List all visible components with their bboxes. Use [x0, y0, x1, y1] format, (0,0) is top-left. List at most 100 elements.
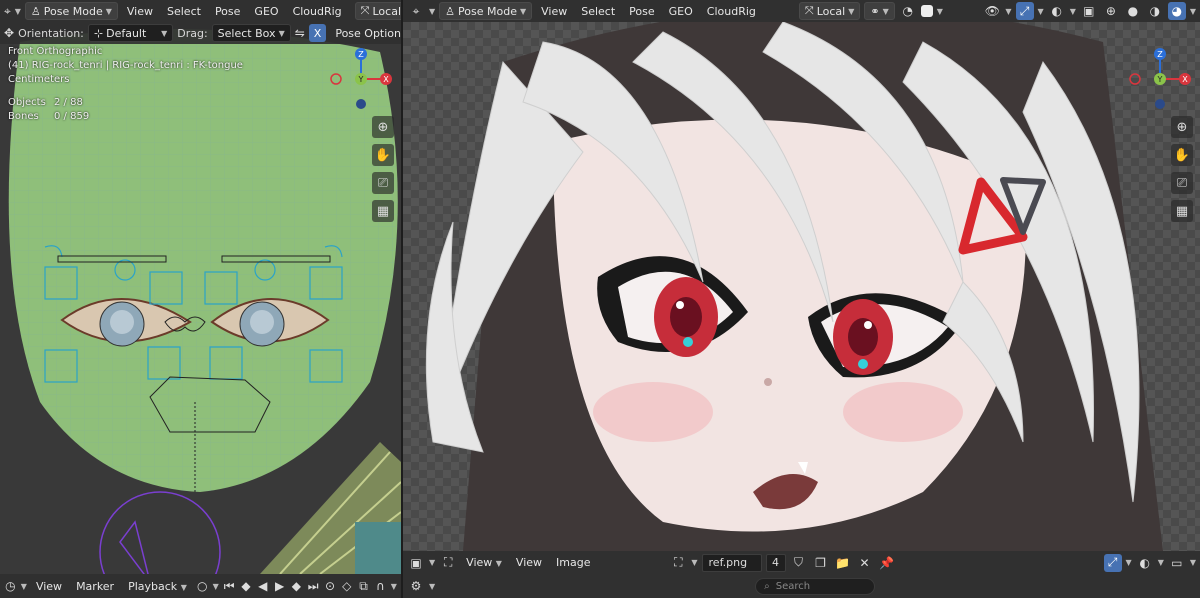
snap-icon[interactable]: ◔ — [899, 2, 917, 20]
pose-options-dropdown[interactable]: Pose Options ▼ — [330, 27, 401, 40]
autokey-icon[interactable]: ⧉ — [357, 577, 370, 595]
prev-keyframe-icon[interactable]: ◆ — [240, 577, 253, 595]
orientation-dropdown[interactable]: ⊹ Default ▼ — [87, 24, 174, 42]
fake-user-shield-icon[interactable]: ⛉ — [790, 554, 808, 572]
pan-hand-icon[interactable]: ✋ — [372, 144, 394, 166]
pivot-dropdown[interactable]: ⚭ ▼ — [864, 2, 895, 20]
image-name-field[interactable]: ref.png — [701, 553, 762, 572]
menu-geo[interactable]: GEO — [664, 5, 698, 18]
mirror-icon[interactable]: ⇋ — [295, 24, 305, 42]
zoom-icon[interactable]: ⊕ — [372, 116, 394, 138]
browse-image-icon[interactable]: ⛶ — [669, 554, 687, 572]
pan-hand-icon[interactable]: ✋ — [1171, 144, 1193, 166]
left-3d-viewport[interactable]: ⌖ ▼ ♙ Pose Mode ▼ View Select Pose GEO Clou… — [0, 0, 401, 574]
left-viewport-canvas[interactable]: Front Orthographic (41) RIG-rock_tenri |… — [0, 22, 401, 574]
menu-geo[interactable]: GEO — [249, 5, 283, 18]
menu-view[interactable]: View — [536, 5, 572, 18]
clock-icon[interactable]: ◷ — [4, 577, 17, 595]
keyframe-icon[interactable]: ◇ — [340, 577, 353, 595]
search-field[interactable]: ⌕ Search — [755, 577, 876, 595]
zoom-icon[interactable]: ⊕ — [1171, 116, 1193, 138]
pin-icon[interactable]: 📌 — [878, 554, 896, 572]
menu-view[interactable]: View — [122, 5, 158, 18]
editor-type-icon[interactable]: ▣ — [407, 554, 425, 572]
gizmo-toggle-icon[interactable]: ⤢ — [1015, 2, 1034, 20]
orientation-label: Orientation: — [18, 26, 84, 40]
right-3d-viewport[interactable]: ⌖ ▼ ♙ Pose Mode ▼ View Select Pose GEO Clou… — [403, 0, 1200, 551]
chevron-down-icon: ▼ — [519, 6, 527, 16]
transform-space-dropdown[interactable]: ⤧Local▼ — [798, 2, 861, 20]
menu-marker[interactable]: Marker — [71, 580, 119, 593]
gizmo-neg-z[interactable] — [356, 99, 366, 109]
wireframe-shading-icon[interactable]: ⊕ — [1102, 2, 1120, 20]
menu-image[interactable]: Image — [551, 556, 595, 569]
menu-playback[interactable]: Playback ▼ — [123, 580, 192, 593]
camera-icon[interactable]: ⎚ — [372, 172, 394, 194]
editor-type-icon[interactable]: ⌖ — [407, 2, 425, 20]
mode-dropdown[interactable]: ♙ Pose Mode ▼ — [24, 2, 118, 20]
rendered-shading-icon[interactable]: ◕ — [1167, 2, 1186, 20]
visibility-icon[interactable]: 👁 — [983, 2, 1001, 20]
material-shading-icon[interactable]: ◑ — [1146, 2, 1164, 20]
drag-dropdown[interactable]: Select Box ▼ — [211, 24, 291, 42]
open-folder-icon[interactable]: 📁 — [834, 554, 852, 572]
gizmo-x-label: X — [1182, 75, 1188, 84]
solid-shading-icon[interactable]: ● — [1124, 2, 1142, 20]
play-reverse-icon[interactable]: ◀ — [256, 577, 269, 595]
image-users-count[interactable]: 4 — [765, 553, 786, 572]
navigation-gizmo[interactable]: Z X Y — [326, 44, 396, 114]
menu-pose[interactable]: Pose — [624, 5, 659, 18]
chevron-down-icon: ▼ — [429, 558, 436, 567]
jump-start-icon[interactable]: ⏮ — [223, 577, 236, 595]
gizmo-neg-x[interactable] — [330, 73, 342, 85]
menu-cloudrig[interactable]: CloudRig — [702, 5, 761, 18]
mirror-x-toggle[interactable]: X — [308, 24, 327, 42]
menu-cloudrig[interactable]: CloudRig — [288, 5, 347, 18]
move-tool-icon[interactable]: ✥ — [4, 24, 14, 42]
navigation-gizmo[interactable]: Z X Y — [1125, 44, 1195, 114]
chevron-down-icon: ▼ — [161, 28, 168, 38]
menu-view[interactable]: View — [511, 556, 547, 569]
next-keyframe-icon[interactable]: ◆ — [290, 577, 303, 595]
drag-value: Select Box — [217, 26, 276, 40]
transform-space-dropdown[interactable]: ⤧Local▼ — [354, 2, 401, 20]
pose-mode-icon: ♙ — [445, 4, 456, 18]
editor-type-icon[interactable]: ⚙ — [407, 577, 425, 595]
xray-icon[interactable]: ▣ — [1080, 2, 1098, 20]
pose-mode-icon: ♙ — [30, 4, 41, 18]
snapping-icon[interactable]: ∩ — [374, 577, 387, 595]
duplicate-icon[interactable]: ❐ — [812, 554, 830, 572]
keying-icon[interactable]: ⊙ — [324, 577, 337, 595]
menu-pose[interactable]: Pose — [210, 5, 245, 18]
grid-icon[interactable]: ▦ — [372, 200, 394, 222]
gizmo-z-label: Z — [358, 50, 364, 59]
jump-end-icon[interactable]: ⏭ — [307, 577, 320, 595]
gizmo-neg-x[interactable] — [1129, 73, 1141, 85]
close-icon[interactable]: ✕ — [856, 554, 874, 572]
right-viewport-canvas[interactable]: Z X Y ⊕ ✋ ⎚ ▦ — [403, 22, 1200, 551]
menu-select[interactable]: Select — [576, 5, 620, 18]
overlay-icon[interactable]: ◐ — [1048, 2, 1066, 20]
gizmo-neg-z[interactable] — [1155, 99, 1165, 109]
view-mode-dropdown[interactable]: View ▼ — [461, 556, 507, 569]
gizmo-toggle-icon[interactable]: ⤢ — [1103, 553, 1122, 572]
play-icon[interactable]: ▶ — [273, 577, 286, 595]
overlay-icon[interactable]: ◐ — [1136, 554, 1154, 572]
mode-dropdown[interactable]: ♙ Pose Mode ▼ — [439, 2, 533, 20]
record-icon[interactable]: ○ — [196, 577, 209, 595]
search-placeholder: Search — [775, 580, 811, 592]
editor-type-icon[interactable]: ⌖ — [4, 2, 11, 20]
display-channels-icon[interactable]: ▭ — [1168, 554, 1186, 572]
objects-stat: Objects 2 / 88 — [8, 97, 83, 108]
menu-select[interactable]: Select — [162, 5, 206, 18]
bone-widget-block — [355, 522, 401, 574]
view-name: Front Orthographic — [8, 46, 103, 57]
image-mode-icon[interactable]: ⛶ — [439, 554, 457, 572]
menu-view[interactable]: View — [31, 580, 67, 593]
grid-icon[interactable]: ▦ — [1171, 200, 1193, 222]
chevron-down-icon: ▼ — [691, 558, 698, 567]
camera-icon[interactable]: ⎚ — [1171, 172, 1193, 194]
chevron-down-icon: ▼ — [429, 6, 436, 16]
transform-space-label: Local — [372, 4, 401, 18]
proportional-icon[interactable] — [920, 5, 933, 17]
